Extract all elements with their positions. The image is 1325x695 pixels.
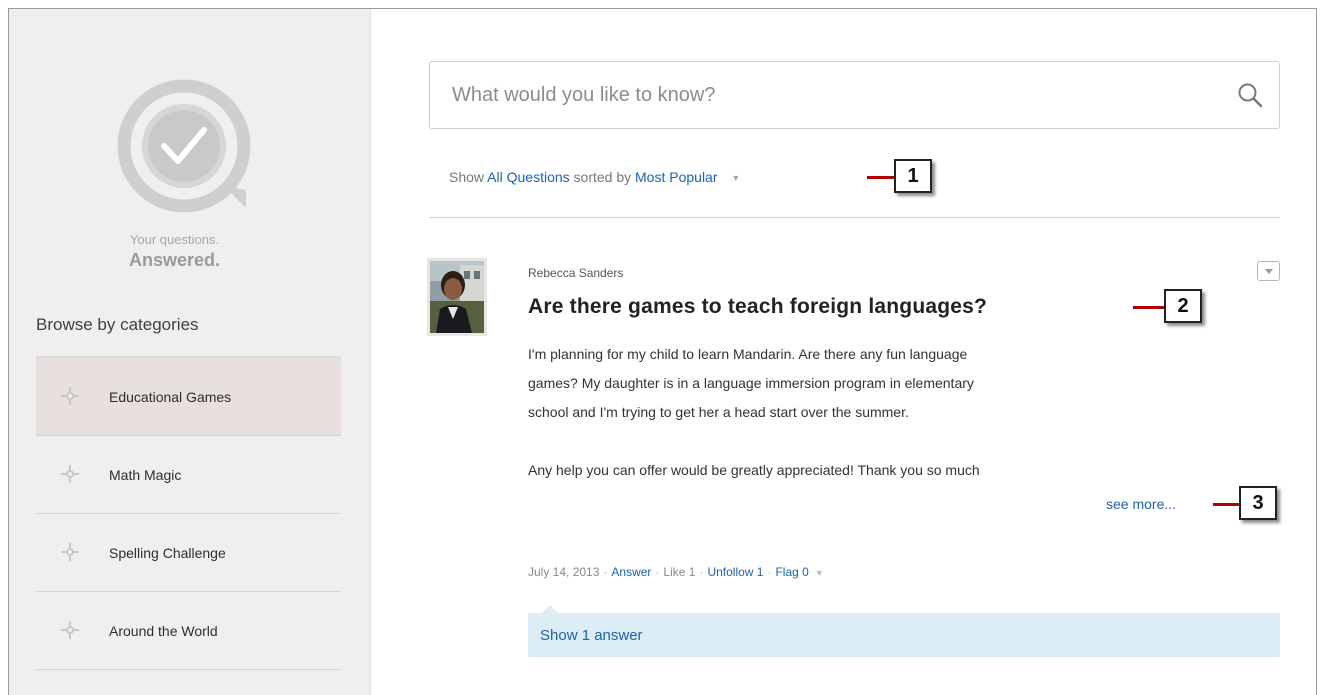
sort-dropdown-link[interactable]: Most Popular: [635, 169, 717, 185]
category-label: Around the World: [109, 622, 218, 639]
search-icon[interactable]: [1237, 82, 1263, 108]
callout-line-3: [1213, 503, 1241, 506]
callout-line-2: [1133, 306, 1167, 309]
tagline-line2: Answered.: [128, 250, 221, 270]
answer-link[interactable]: Answer: [611, 565, 651, 579]
post-body-line: I'm planning for my child to learn Manda…: [528, 346, 968, 362]
tagline-line1: Your questions.: [129, 232, 220, 247]
filter-scope-link[interactable]: All Questions: [487, 169, 569, 185]
filter-sorted-label: sorted by: [573, 169, 632, 185]
show-answers-link[interactable]: Show 1 answer: [540, 627, 643, 644]
separator: ·: [699, 565, 704, 579]
post-body: I'm planning for my child to learn Manda…: [528, 340, 1138, 485]
show-answers-bar[interactable]: Show 1 answer: [528, 605, 1280, 657]
post-body-line: games? My daughter is in a language imme…: [528, 375, 974, 391]
chevron-down-icon[interactable]: ▼: [815, 568, 824, 578]
gear-icon: [61, 543, 79, 561]
like-count[interactable]: Like 1: [663, 565, 695, 579]
flag-link[interactable]: Flag 0: [775, 565, 808, 579]
post-title[interactable]: Are there games to teach foreign languag…: [528, 295, 987, 319]
gear-icon: [61, 387, 79, 405]
tagline: Your questions. Answered.: [9, 230, 340, 271]
category-item-spelling-challenge[interactable]: Spelling Challenge: [36, 514, 341, 592]
category-label: Educational Games: [109, 388, 232, 405]
filter-show-label: Show: [449, 169, 485, 185]
unfollow-link[interactable]: Unfollow 1: [707, 565, 763, 579]
callout-2: 2: [1164, 289, 1202, 323]
divider: [429, 217, 1280, 218]
callout-3: 3: [1239, 486, 1277, 520]
callout-line-1: [867, 176, 897, 179]
category-label: Spelling Challenge: [109, 544, 226, 561]
separator: ·: [767, 565, 772, 579]
gear-icon: [61, 465, 79, 483]
post-menu-button[interactable]: [1257, 261, 1280, 281]
post-date: July 14, 2013: [528, 565, 600, 579]
browse-categories-title: Browse by categories: [36, 315, 199, 334]
post-meta: July 14, 2013 · Answer · Like 1 · Unfollow 1 · F…: [528, 565, 824, 579]
chevron-down-icon[interactable]: ▼: [731, 173, 740, 183]
post-author[interactable]: Rebecca Sanders: [528, 266, 623, 280]
see-more-link[interactable]: see more...: [1106, 496, 1176, 512]
search-box: [429, 61, 1280, 129]
category-item-math-magic[interactable]: Math Magic: [36, 436, 341, 514]
avatar[interactable]: [427, 258, 487, 336]
post-body-line: school and I'm trying to get her a head …: [528, 404, 909, 420]
separator: ·: [655, 565, 660, 579]
separator: ·: [603, 565, 608, 579]
post-body-line: Any help you can offer would be greatly …: [528, 462, 980, 478]
category-item-around-the-world[interactable]: Around the World: [36, 592, 341, 670]
callout-1: 1: [894, 159, 932, 193]
app-frame: Your questions. Answered. Browse by cate…: [8, 8, 1317, 695]
question-filter: Show All Questions sorted by Most Popula…: [449, 169, 740, 185]
sidebar: Your questions. Answered. Browse by cate…: [9, 9, 371, 695]
category-list: Educational Games Math Magic Spelling Ch…: [36, 356, 341, 670]
search-input[interactable]: [452, 80, 1212, 110]
category-label: Math Magic: [109, 466, 182, 483]
category-item-educational-games[interactable]: Educational Games: [36, 358, 341, 436]
gear-icon: [61, 621, 79, 639]
answered-logo-icon: [106, 68, 266, 228]
